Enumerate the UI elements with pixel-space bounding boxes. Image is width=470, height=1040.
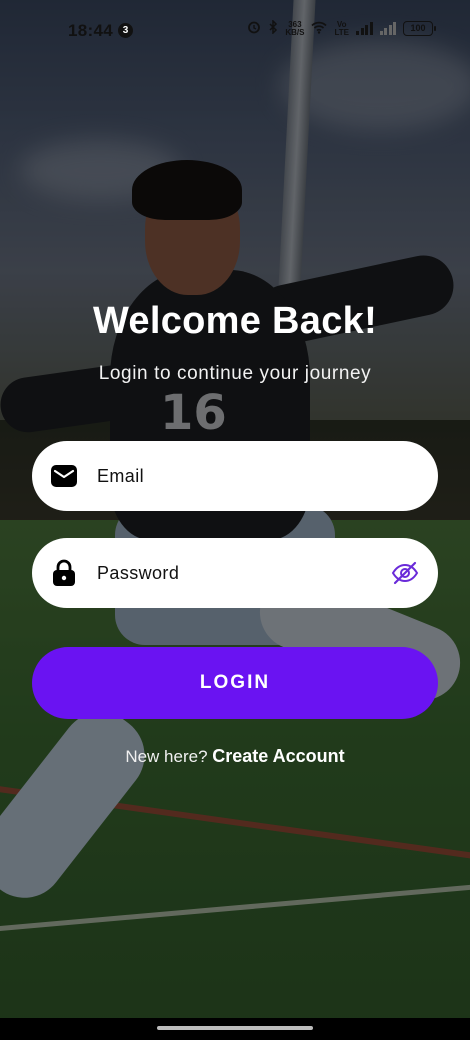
page-title: Welcome Back! bbox=[92, 300, 378, 342]
eye-off-icon[interactable] bbox=[389, 557, 421, 589]
alarm-icon bbox=[247, 20, 261, 37]
signal-icon bbox=[356, 22, 373, 35]
email-field[interactable] bbox=[32, 441, 438, 511]
signal-icon-2 bbox=[379, 22, 396, 35]
background-photo: 16 bbox=[0, 0, 470, 1040]
password-field[interactable] bbox=[32, 538, 438, 608]
signup-prompt-text: New here? bbox=[125, 747, 208, 766]
status-bar: 18:44 3 363 KB/S Vo LTE 100 bbox=[0, 0, 470, 62]
password-input[interactable] bbox=[95, 552, 389, 594]
battery-icon: 100 bbox=[403, 21, 436, 36]
login-button[interactable]: LOGIN bbox=[32, 647, 438, 719]
signup-prompt: New here? Create Account bbox=[0, 746, 470, 767]
page-subtitle: Login to continue your journey bbox=[98, 363, 372, 384]
network-speed: 363 KB/S bbox=[285, 19, 305, 37]
status-icons: 363 KB/S Vo LTE 100 bbox=[247, 19, 436, 37]
mail-icon bbox=[50, 462, 78, 490]
status-time: 18:44 bbox=[68, 21, 113, 40]
home-gesture-handle[interactable] bbox=[157, 1026, 313, 1030]
create-account-link[interactable]: Create Account bbox=[212, 746, 344, 766]
navigation-bar bbox=[0, 1018, 470, 1040]
notification-badge: 3 bbox=[118, 23, 133, 38]
lock-icon bbox=[50, 559, 78, 587]
bluetooth-icon bbox=[268, 19, 278, 37]
volte-indicator: Vo LTE bbox=[334, 19, 349, 37]
email-input[interactable] bbox=[95, 455, 438, 497]
wifi-icon bbox=[311, 21, 328, 37]
